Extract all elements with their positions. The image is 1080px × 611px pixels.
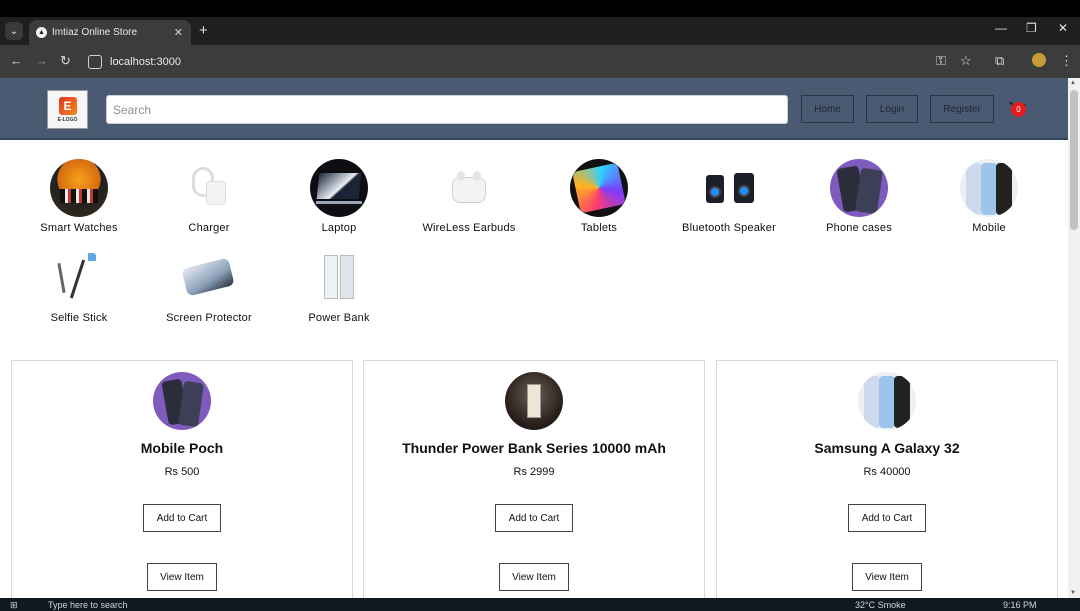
- close-window-icon[interactable]: ✕: [1058, 21, 1068, 35]
- view-item-button[interactable]: View Item: [852, 563, 922, 591]
- login-button[interactable]: Login: [866, 95, 918, 123]
- speaker-image: [700, 159, 758, 217]
- logo-text: E-LOGO: [57, 116, 78, 123]
- password-key-icon[interactable]: ⚿: [936, 53, 946, 69]
- view-item-button[interactable]: View Item: [499, 563, 569, 591]
- category-mobile[interactable]: Mobile: [924, 159, 1054, 234]
- product-price: Rs 40000: [863, 466, 911, 478]
- minimize-icon[interactable]: —: [995, 21, 1007, 35]
- category-screen-protector[interactable]: Screen Protector: [144, 249, 274, 324]
- os-taskbar: ⊞ Type here to search 32°C Smoke 9:16 PM: [0, 598, 1080, 611]
- charger-image: [180, 159, 238, 217]
- register-button[interactable]: Register: [930, 95, 994, 123]
- laptop-image: [310, 159, 368, 217]
- product-card: Mobile Poch Rs 500 Add to Cart View Item: [11, 360, 353, 598]
- category-label: Smart Watches: [40, 222, 118, 234]
- product-card: Samsung A Galaxy 32 Rs 40000 Add to Cart…: [716, 360, 1058, 598]
- forward-icon[interactable]: →: [35, 53, 48, 68]
- tablet-image: [570, 159, 628, 217]
- product-name: Mobile Poch: [140, 440, 224, 456]
- product-name: Thunder Power Bank Series 10000 mAh: [402, 440, 666, 456]
- browser-tabstrip: ⌄ ▲ Imtiaz Online Store ✕ + — ❐ ✕: [0, 17, 1080, 45]
- product-name: Samsung A Galaxy 32: [814, 440, 960, 456]
- add-to-cart-button[interactable]: Add to Cart: [143, 504, 221, 532]
- category-label: Bluetooth Speaker: [682, 222, 776, 234]
- browser-menu-icon[interactable]: ⋮: [1060, 53, 1073, 69]
- power-bank-image: [310, 249, 368, 307]
- scroll-up-icon[interactable]: ▲: [1070, 80, 1076, 86]
- category-smart-watches[interactable]: Smart Watches: [14, 159, 144, 234]
- scroll-down-icon[interactable]: ▼: [1070, 590, 1076, 596]
- view-item-button[interactable]: View Item: [147, 563, 217, 591]
- screen-protector-image: [180, 249, 238, 307]
- add-to-cart-button[interactable]: Add to Cart: [848, 504, 926, 532]
- taskbar-search[interactable]: Type here to search: [48, 600, 128, 610]
- windows-start-icon[interactable]: ⊞: [10, 600, 18, 611]
- site-header: E E-LOGO Home Login Register 0: [0, 78, 1068, 140]
- product-image[interactable]: [505, 372, 563, 430]
- screen-top-edge: [0, 0, 1080, 17]
- address-bar[interactable]: localhost:3000: [84, 50, 924, 73]
- category-wireless-earbuds[interactable]: WireLess Earbuds: [404, 159, 534, 234]
- category-label: WireLess Earbuds: [422, 222, 516, 234]
- category-label: Phone cases: [826, 222, 892, 234]
- category-label: Power Bank: [308, 312, 370, 324]
- browser-tab[interactable]: ▲ Imtiaz Online Store ✕: [29, 20, 191, 45]
- tab-title: Imtiaz Online Store: [52, 27, 138, 38]
- page-viewport: E E-LOGO Home Login Register 0 Smart Wat…: [0, 78, 1068, 598]
- restore-icon[interactable]: ❐: [1026, 21, 1037, 35]
- category-bluetooth-speaker[interactable]: Bluetooth Speaker: [664, 159, 794, 234]
- category-label: Mobile: [972, 222, 1006, 234]
- category-label: Selfie Stick: [50, 312, 108, 324]
- page-scrollbar[interactable]: ▲ ▼: [1068, 78, 1080, 598]
- back-icon[interactable]: ←: [10, 53, 23, 68]
- product-price: Rs 2999: [513, 466, 555, 478]
- extensions-icon[interactable]: ⧉: [995, 53, 1004, 69]
- site-info-icon[interactable]: [88, 54, 102, 69]
- category-label: Charger: [188, 222, 230, 234]
- earbuds-image: [440, 159, 498, 217]
- clock-text: 9:16 PM: [1003, 600, 1037, 610]
- url-text: localhost:3000: [110, 55, 181, 68]
- product-card: Thunder Power Bank Series 10000 mAh Rs 2…: [363, 360, 705, 598]
- selfie-stick-image: [50, 249, 108, 307]
- category-phone-cases[interactable]: Phone cases: [794, 159, 924, 234]
- cart-count-badge: 0: [1011, 102, 1026, 117]
- tab-search-button[interactable]: ⌄: [5, 22, 23, 40]
- search-input[interactable]: [106, 95, 788, 124]
- profile-avatar[interactable]: [1032, 53, 1046, 67]
- product-image[interactable]: [858, 372, 916, 430]
- tab-favicon-icon: ▲: [36, 27, 47, 38]
- category-laptop[interactable]: Laptop: [274, 159, 404, 234]
- bookmark-star-icon[interactable]: ☆: [960, 53, 972, 69]
- logo-mark-icon: E: [58, 96, 77, 115]
- category-label: Laptop: [321, 222, 357, 234]
- category-power-bank[interactable]: Power Bank: [274, 249, 404, 324]
- home-button[interactable]: Home: [801, 95, 854, 123]
- mobile-image: [960, 159, 1018, 217]
- tab-close-icon[interactable]: ✕: [174, 26, 183, 39]
- category-charger[interactable]: Charger: [144, 159, 274, 234]
- store-logo[interactable]: E E-LOGO: [47, 90, 88, 129]
- category-selfie-stick[interactable]: Selfie Stick: [14, 249, 144, 324]
- category-tablets[interactable]: Tablets: [534, 159, 664, 234]
- category-label: Tablets: [580, 222, 618, 234]
- reload-icon[interactable]: ↻: [60, 53, 71, 69]
- category-label: Screen Protector: [166, 312, 252, 324]
- phone-case-image: [830, 159, 888, 217]
- product-image[interactable]: [153, 372, 211, 430]
- smartwatch-image: [50, 159, 108, 217]
- browser-toolbar: ← → ↻ localhost:3000 ⚿ ☆ ⧉ ⋮: [0, 45, 1080, 78]
- product-price: Rs 500: [164, 466, 200, 478]
- new-tab-button[interactable]: +: [199, 22, 208, 39]
- add-to-cart-button[interactable]: Add to Cart: [495, 504, 573, 532]
- weather-text: 32°C Smoke: [855, 600, 906, 610]
- scrollbar-thumb[interactable]: [1070, 90, 1078, 230]
